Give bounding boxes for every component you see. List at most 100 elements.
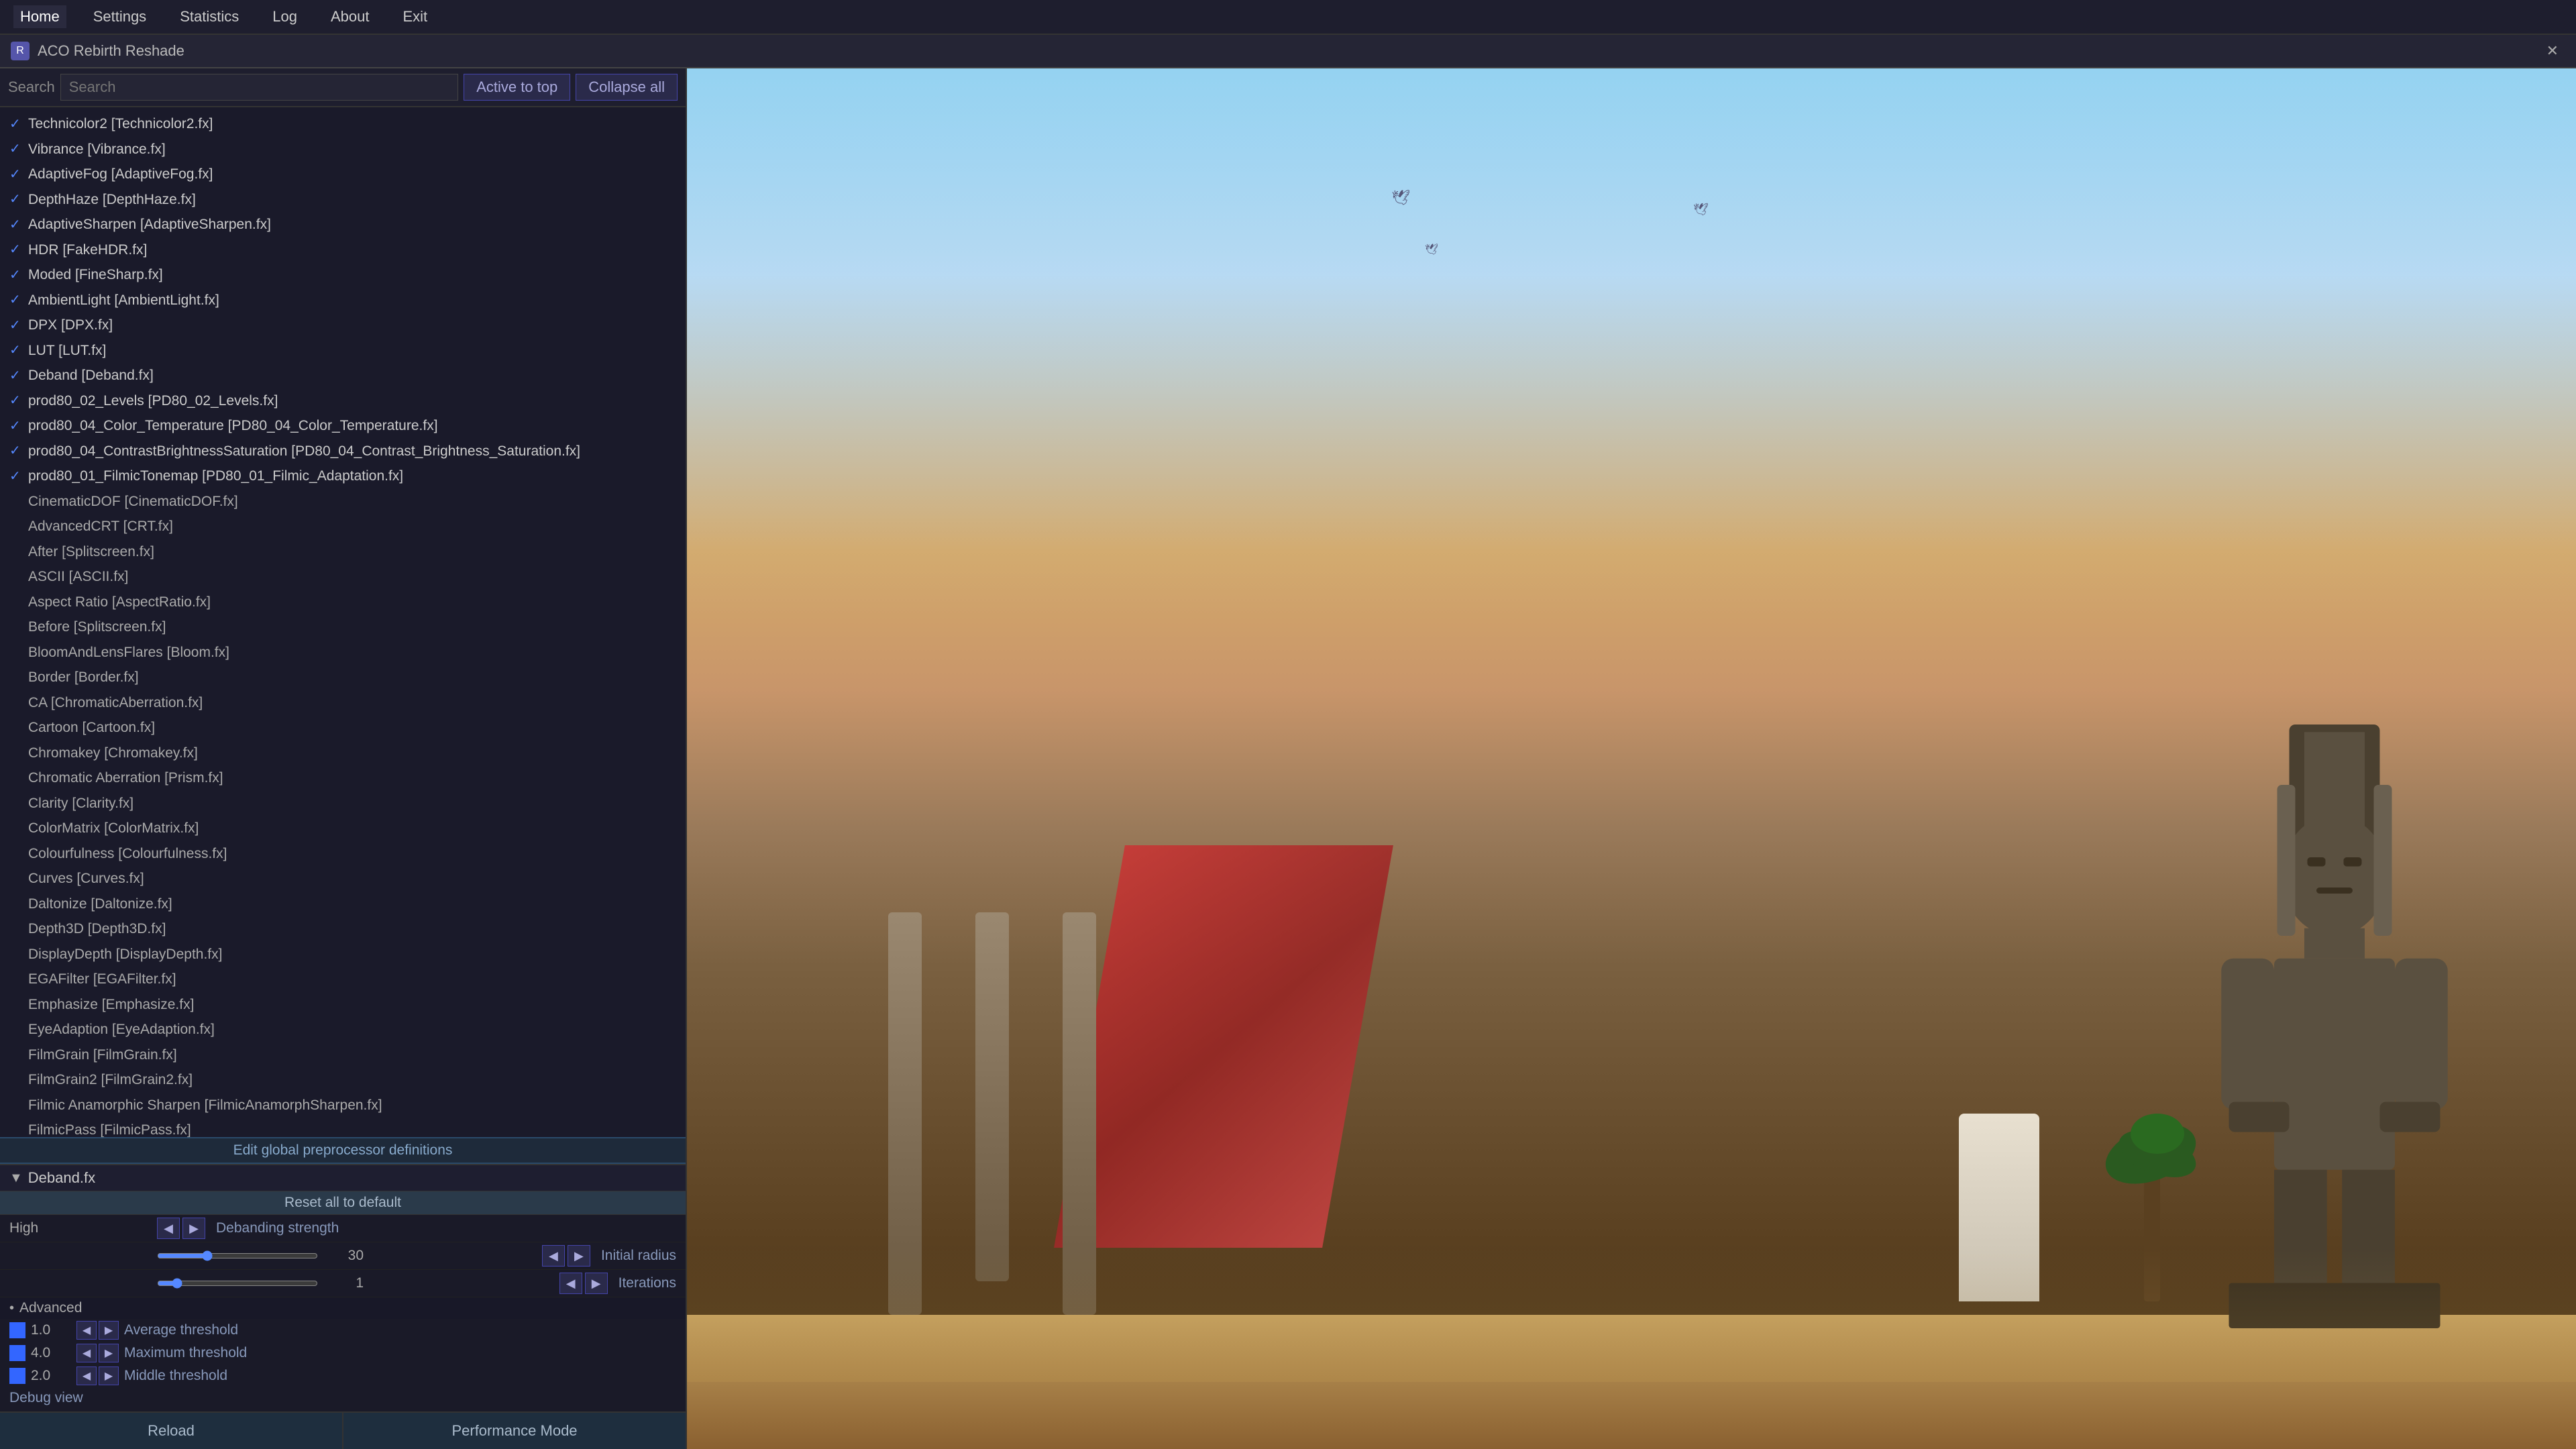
list-item[interactable]: ✓ Colourfulness [Colourfulness.fx] — [0, 841, 686, 867]
shader-name: HDR [FakeHDR.fx] — [28, 239, 147, 261]
color-indicator — [9, 1345, 25, 1361]
list-item[interactable]: ✓ CA [ChromaticAberration.fx] — [0, 690, 686, 716]
initial-radius-slider[interactable] — [157, 1253, 318, 1258]
list-item[interactable]: ✓ LUT [LUT.fx] — [0, 338, 686, 364]
list-item[interactable]: ✓ DepthHaze [DepthHaze.fx] — [0, 187, 686, 213]
list-item[interactable]: ✓ HDR [FakeHDR.fx] — [0, 237, 686, 263]
list-item[interactable]: ✓ DPX [DPX.fx] — [0, 313, 686, 338]
menu-item-log[interactable]: Log — [266, 5, 304, 28]
list-item[interactable]: ✓ Curves [Curves.fx] — [0, 866, 686, 892]
left-panel: Search Active to top Collapse all ✓ Tech… — [0, 68, 687, 1449]
list-item[interactable]: ✓ Chromakey [Chromakey.fx] — [0, 741, 686, 766]
list-item[interactable]: ✓ ColorMatrix [ColorMatrix.fx] — [0, 816, 686, 841]
increment-button[interactable]: ▶ — [99, 1366, 119, 1385]
shader-name: Border [Border.fx] — [28, 667, 139, 688]
iterations-slider[interactable] — [157, 1281, 318, 1286]
list-item[interactable]: ✓ AdvancedCRT [CRT.fx] — [0, 514, 686, 539]
list-item[interactable]: ✓ prod80_02_Levels [PD80_02_Levels.fx] — [0, 388, 686, 414]
list-item[interactable]: ✓ prod80_04_ContrastBrightnessSaturation… — [0, 439, 686, 464]
param-arrows: ◀ ▶ — [157, 1218, 205, 1239]
decrement-button[interactable]: ◀ — [559, 1273, 582, 1294]
list-item[interactable]: ✓ Filmic Anamorphic Sharpen [FilmicAnamo… — [0, 1093, 686, 1118]
list-item[interactable]: ✓ Before [Splitscreen.fx] — [0, 614, 686, 640]
check-icon: ✓ — [9, 768, 23, 788]
increment-button[interactable]: ▶ — [99, 1344, 119, 1362]
list-item[interactable]: ✓ Aspect Ratio [AspectRatio.fx] — [0, 590, 686, 615]
check-icon: ✓ — [9, 818, 23, 839]
collapse-all-button[interactable]: Collapse all — [576, 74, 678, 101]
check-icon: ✓ — [9, 843, 23, 863]
desert-ground — [687, 1315, 2576, 1449]
edit-preprocessor-button[interactable]: Edit global preprocessor definitions — [0, 1137, 686, 1164]
list-item[interactable]: ✓ Clarity [Clarity.fx] — [0, 791, 686, 816]
column — [888, 912, 922, 1315]
app-logo: R — [11, 42, 30, 60]
check-icon: ✓ — [9, 265, 23, 285]
decrement-button[interactable]: ◀ — [76, 1321, 97, 1340]
list-item[interactable]: ✓ Border [Border.fx] — [0, 665, 686, 690]
list-item[interactable]: ✓ EyeAdaption [EyeAdaption.fx] — [0, 1017, 686, 1042]
reload-button[interactable]: Reload — [0, 1413, 343, 1449]
debanding-strength-row: High ◀ ▶ Debanding strength — [0, 1215, 686, 1242]
menu-item-about[interactable]: About — [324, 5, 376, 28]
check-icon: ✓ — [9, 239, 23, 260]
slider-container: 30 — [157, 1248, 537, 1264]
list-item[interactable]: ✓ Chromatic Aberration [Prism.fx] — [0, 765, 686, 791]
title-bar: R ACO Rebirth Reshade ✕ — [0, 35, 2576, 68]
list-item[interactable]: ✓ EGAFilter [EGAFilter.fx] — [0, 967, 686, 992]
increment-button[interactable]: ▶ — [182, 1218, 205, 1239]
initial-radius-row: 30 ◀ ▶ Initial radius — [0, 1242, 686, 1270]
reset-all-button[interactable]: Reset all to default — [0, 1191, 686, 1215]
menu-item-settings[interactable]: Settings — [87, 5, 154, 28]
list-item[interactable]: ✓ prod80_04_Color_Temperature [PD80_04_C… — [0, 413, 686, 439]
performance-mode-button[interactable]: Performance Mode — [343, 1413, 686, 1449]
list-item[interactable]: ✓ Depth3D [Depth3D.fx] — [0, 916, 686, 942]
list-item[interactable]: ✓ FilmGrain2 [FilmGrain2.fx] — [0, 1067, 686, 1093]
list-item[interactable]: ✓ DisplayDepth [DisplayDepth.fx] — [0, 942, 686, 967]
list-item[interactable]: ✓ CinematicDOF [CinematicDOF.fx] — [0, 489, 686, 515]
list-item[interactable]: ✓ AmbientLight [AmbientLight.fx] — [0, 288, 686, 313]
list-item[interactable]: ✓ Cartoon [Cartoon.fx] — [0, 715, 686, 741]
close-button[interactable]: ✕ — [2540, 40, 2565, 62]
active-to-top-button[interactable]: Active to top — [464, 74, 570, 101]
average-threshold-num: 1.0 — [31, 1322, 71, 1338]
search-input[interactable] — [60, 74, 458, 101]
decrement-button[interactable]: ◀ — [76, 1366, 97, 1385]
list-item[interactable]: ✓ AdaptiveFog [AdaptiveFog.fx] — [0, 162, 686, 187]
list-item[interactable]: ✓ Emphasize [Emphasize.fx] — [0, 992, 686, 1018]
decrement-button[interactable]: ◀ — [542, 1245, 565, 1267]
menu-item-exit[interactable]: Exit — [396, 5, 434, 28]
check-icon: ✓ — [9, 919, 23, 939]
list-item[interactable]: ✓ FilmGrain [FilmGrain.fx] — [0, 1042, 686, 1068]
shader-name: Deband [Deband.fx] — [28, 365, 154, 386]
increment-button[interactable]: ▶ — [568, 1245, 590, 1267]
increment-button[interactable]: ▶ — [585, 1273, 608, 1294]
list-item[interactable]: ✓ Deband [Deband.fx] — [0, 363, 686, 388]
shader-name: Before [Splitscreen.fx] — [28, 616, 166, 638]
decrement-button[interactable]: ◀ — [157, 1218, 180, 1239]
check-icon: ✓ — [9, 416, 23, 436]
param-arrows: ◀ ▶ — [559, 1273, 608, 1294]
iterations-param: Iterations — [619, 1275, 676, 1291]
main-statue — [2174, 724, 2496, 1328]
list-item[interactable]: ✓ After [Splitscreen.fx] — [0, 539, 686, 565]
shader-name: AdaptiveSharpen [AdaptiveSharpen.fx] — [28, 214, 271, 235]
decrement-button[interactable]: ◀ — [76, 1344, 97, 1362]
check-icon: ✓ — [9, 667, 23, 688]
list-item[interactable]: ✓ BloomAndLensFlares [Bloom.fx] — [0, 640, 686, 665]
increment-button[interactable]: ▶ — [99, 1321, 119, 1340]
list-item[interactable]: ✓ ASCII [ASCII.fx] — [0, 564, 686, 590]
advanced-toggle[interactable]: • Advanced — [0, 1297, 686, 1319]
param-arrows: ◀ ▶ — [542, 1245, 590, 1267]
list-item[interactable]: ✓ Daltonize [Daltonize.fx] — [0, 892, 686, 917]
menu-item-home[interactable]: Home — [13, 5, 66, 28]
list-item[interactable]: ✓ AdaptiveSharpen [AdaptiveSharpen.fx] — [0, 212, 686, 237]
shader-list[interactable]: ✓ Technicolor2 [Technicolor2.fx] ✓ Vibra… — [0, 107, 686, 1137]
list-item[interactable]: ✓ FilmicPass [FilmicPass.fx] — [0, 1118, 686, 1137]
shader-name: Technicolor2 [Technicolor2.fx] — [28, 113, 213, 135]
menu-item-statistics[interactable]: Statistics — [173, 5, 246, 28]
list-item[interactable]: ✓ Vibrance [Vibrance.fx] — [0, 137, 686, 162]
list-item[interactable]: ✓ Moded [FineSharp.fx] — [0, 262, 686, 288]
list-item[interactable]: ✓ Technicolor2 [Technicolor2.fx] — [0, 111, 686, 137]
list-item[interactable]: ✓ prod80_01_FilmicTonemap [PD80_01_Filmi… — [0, 464, 686, 489]
